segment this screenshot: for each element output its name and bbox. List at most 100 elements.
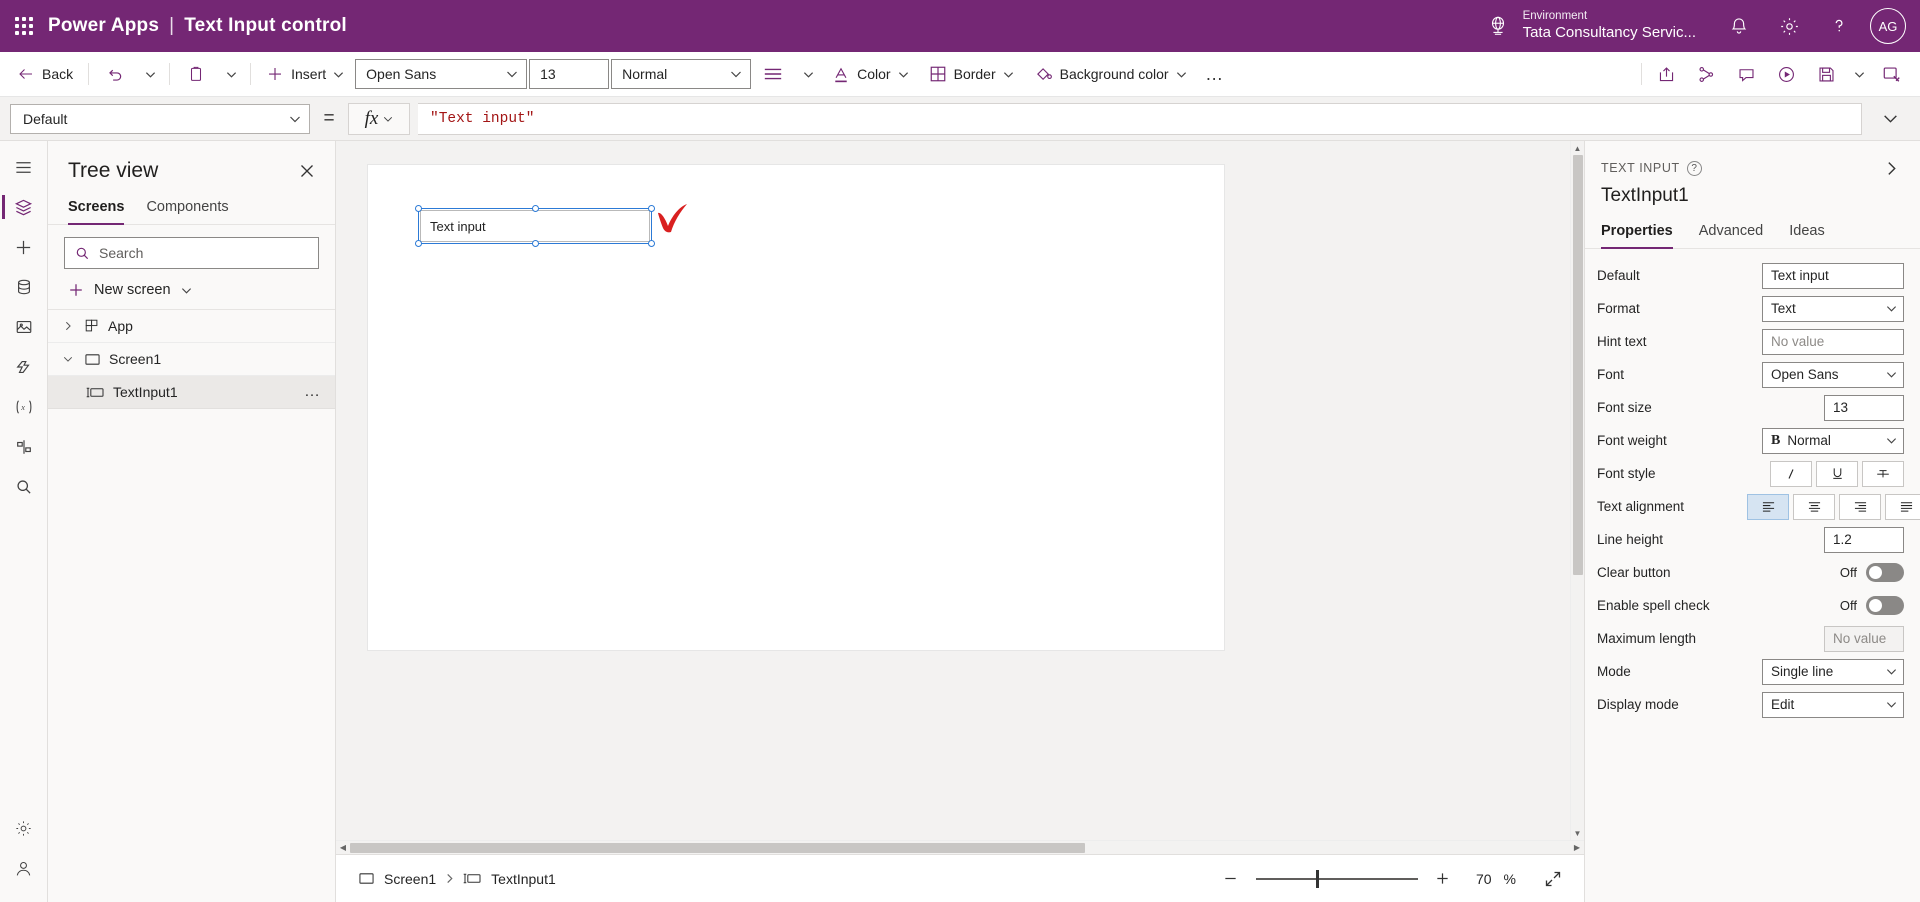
scroll-down-arrow-icon[interactable]: ▼: [1574, 826, 1582, 840]
play-preview-icon[interactable]: [1766, 57, 1806, 91]
font-select[interactable]: Open Sans: [1762, 361, 1904, 388]
app-launcher-icon[interactable]: [0, 17, 48, 35]
tab-screens[interactable]: Screens: [68, 195, 125, 225]
align-chevron-down-icon[interactable]: [795, 58, 821, 90]
chevron-down-icon[interactable]: [60, 354, 76, 364]
insert-button[interactable]: Insert: [257, 58, 353, 90]
fill-bucket-icon: [1034, 65, 1053, 84]
font-family-select[interactable]: Open Sans: [355, 59, 528, 89]
clear-button-toggle[interactable]: [1866, 563, 1904, 582]
gear-icon[interactable]: [1764, 0, 1814, 52]
tab-advanced[interactable]: Advanced: [1699, 219, 1764, 248]
mode-select[interactable]: Single line: [1762, 658, 1904, 685]
publish-icon[interactable]: [1872, 57, 1912, 91]
tree-item-app[interactable]: App: [48, 310, 335, 343]
background-color-button[interactable]: Background color: [1025, 58, 1196, 90]
align-center-icon[interactable]: [1793, 493, 1835, 520]
paste-chevron-down-icon[interactable]: [218, 58, 244, 90]
canvas-vertical-scrollbar[interactable]: ▲ ▼: [1570, 141, 1584, 840]
display-mode-select[interactable]: Edit: [1762, 691, 1904, 718]
border-button[interactable]: Border: [920, 58, 1023, 90]
settings-gear-icon[interactable]: [2, 808, 46, 848]
line-height-input[interactable]: 1.2: [1824, 526, 1904, 553]
canvas-horizontal-scrollbar[interactable]: ◀ ▶: [336, 840, 1584, 854]
scroll-track-vertical[interactable]: [1571, 155, 1585, 826]
app-screen-canvas[interactable]: Text input: [368, 165, 1224, 650]
font-weight-select[interactable]: Normal: [611, 59, 752, 89]
default-input[interactable]: Text input: [1762, 262, 1904, 289]
tree-view-icon[interactable]: [1, 187, 46, 227]
back-button[interactable]: Back: [8, 58, 82, 90]
avatar[interactable]: AG: [1870, 8, 1906, 44]
strikethrough-icon[interactable]: [1862, 460, 1904, 487]
text-align-icon[interactable]: [753, 57, 793, 91]
maximum-length-input[interactable]: No value: [1824, 625, 1904, 652]
underline-icon[interactable]: [1816, 460, 1858, 487]
tree-search-box[interactable]: [64, 237, 319, 269]
share-icon[interactable]: [1646, 57, 1686, 91]
close-icon[interactable]: [293, 157, 321, 185]
save-chevron-down-icon[interactable]: [1846, 58, 1872, 90]
tab-ideas[interactable]: Ideas: [1789, 219, 1824, 248]
property-select[interactable]: Default: [10, 103, 310, 134]
data-icon[interactable]: [2, 267, 46, 307]
canvas-viewport[interactable]: Text input: [336, 141, 1570, 840]
align-left-icon[interactable]: [1747, 493, 1789, 520]
scroll-left-arrow-icon[interactable]: ◀: [336, 843, 350, 852]
comment-icon[interactable]: [1726, 57, 1766, 91]
text-input-control[interactable]: Text input: [420, 210, 650, 242]
zoom-in-plus-icon[interactable]: [1430, 866, 1456, 892]
save-icon[interactable]: [1806, 57, 1846, 91]
scroll-right-arrow-icon[interactable]: ▶: [1570, 843, 1584, 852]
media-icon[interactable]: [2, 307, 46, 347]
zoom-out-minus-icon[interactable]: [1218, 866, 1244, 892]
tree-item-textinput1[interactable]: TextInput1 …: [48, 376, 335, 409]
tab-properties[interactable]: Properties: [1601, 219, 1673, 249]
font-size-input[interactable]: 13: [1824, 394, 1904, 421]
zoom-slider-thumb[interactable]: [1315, 869, 1319, 888]
zoom-slider[interactable]: [1255, 869, 1418, 889]
fx-button[interactable]: fx: [348, 102, 410, 135]
chevron-right-icon[interactable]: [60, 321, 76, 331]
collapse-panel-chevron-right-icon[interactable]: [1878, 155, 1904, 181]
help-circle-icon[interactable]: ?: [1686, 160, 1702, 176]
undo-icon[interactable]: [95, 57, 135, 91]
app-checker-icon[interactable]: [1686, 57, 1726, 91]
tree-item-screen1[interactable]: Screen1: [48, 343, 335, 376]
align-right-icon[interactable]: [1839, 493, 1881, 520]
search-icon[interactable]: [2, 467, 46, 507]
tab-components[interactable]: Components: [146, 195, 228, 224]
hamburger-icon[interactable]: [2, 147, 46, 187]
hint-text-input[interactable]: No value: [1762, 328, 1904, 355]
account-icon[interactable]: [2, 848, 46, 888]
components-icon[interactable]: [2, 427, 46, 467]
new-screen-button[interactable]: New screen: [48, 275, 335, 310]
formula-expand-chevron-down-icon[interactable]: [1870, 101, 1910, 137]
scroll-track-horizontal[interactable]: [350, 841, 1570, 855]
clipboard-icon[interactable]: [176, 57, 216, 91]
format-select[interactable]: Text: [1762, 295, 1904, 322]
breadcrumb-textinput1[interactable]: TextInput1: [457, 867, 562, 891]
scroll-thumb-vertical[interactable]: [1572, 155, 1583, 575]
breadcrumb-screen1[interactable]: Screen1: [352, 867, 442, 891]
color-button[interactable]: Color: [823, 58, 917, 90]
font-weight-select[interactable]: B Normal: [1762, 427, 1904, 454]
italic-icon[interactable]: [1770, 460, 1812, 487]
spell-check-toggle[interactable]: [1866, 596, 1904, 615]
undo-chevron-down-icon[interactable]: [137, 58, 163, 90]
help-icon[interactable]: [1814, 0, 1864, 52]
scroll-up-arrow-icon[interactable]: ▲: [1574, 141, 1582, 155]
fit-screen-icon[interactable]: [1538, 865, 1568, 893]
font-size-input[interactable]: 13: [529, 59, 610, 89]
formula-input[interactable]: "Text input": [418, 102, 1862, 135]
variables-icon[interactable]: x: [2, 387, 46, 427]
tree-item-overflow-menu[interactable]: …: [304, 383, 321, 401]
more-options-button[interactable]: …: [1198, 58, 1232, 90]
scroll-thumb-horizontal[interactable]: [350, 842, 1085, 853]
search-input[interactable]: [99, 245, 308, 261]
insert-icon[interactable]: [2, 227, 46, 267]
align-justify-icon[interactable]: [1885, 493, 1920, 520]
environment-switcher[interactable]: Environment Tata Consultancy Servic...: [1485, 10, 1714, 42]
power-automate-icon[interactable]: [2, 347, 46, 387]
bell-icon[interactable]: [1714, 0, 1764, 52]
